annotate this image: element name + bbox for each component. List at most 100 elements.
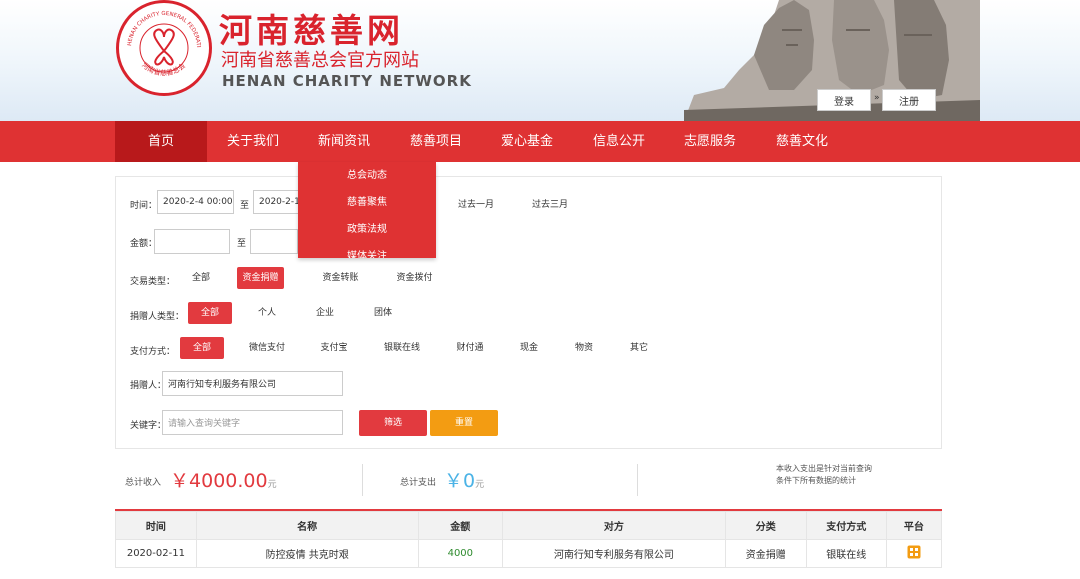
time-to-input[interactable]: 2020-2-11 — [253, 190, 299, 214]
amount-min-input[interactable] — [154, 229, 230, 254]
payment-goods[interactable]: 物资 — [569, 337, 599, 359]
col-counterparty: 对方 — [502, 511, 726, 540]
income-symbol: ￥ — [170, 470, 190, 492]
summary-bar: 总计收入 ￥4000.00元 总计支出 ￥0元 本收入支出是针对当前查询 条件下… — [115, 462, 942, 496]
expense-symbol: ￥ — [444, 470, 464, 492]
quick-past-three-months[interactable]: 过去三月 — [532, 197, 568, 210]
dropdown-item-policy[interactable]: 政策法规 — [298, 216, 436, 243]
summary-note-line1: 本收入支出是针对当前查询 — [776, 464, 872, 473]
auth-separator: » — [874, 93, 880, 103]
keyword-label: 关键字： — [130, 421, 167, 431]
payment-alipay[interactable]: 支付宝 — [316, 337, 352, 359]
col-amount: 金额 — [417, 511, 504, 540]
dropdown-item-focus[interactable]: 慈善聚焦 — [298, 189, 436, 216]
income-amount: ￥4000.00元 — [170, 466, 277, 493]
payment-all[interactable]: 全部 — [180, 337, 224, 359]
amount-to-label: 至 — [237, 239, 247, 249]
dropdown-item-federation-news[interactable]: 总会动态 — [298, 162, 436, 189]
site-title: 河南慈善网 — [219, 11, 404, 50]
col-name: 名称 — [195, 511, 419, 540]
filter-button[interactable]: 筛选 — [359, 410, 427, 436]
col-platform: 平台 — [885, 511, 943, 540]
nav-culture[interactable]: 慈善文化 — [756, 121, 848, 162]
income-unit: 元 — [267, 480, 277, 490]
amount-label: 金额： — [130, 239, 158, 249]
nav-fund[interactable]: 爱心基金 — [481, 121, 573, 162]
quick-past-month[interactable]: 过去一月 — [458, 197, 494, 210]
payment-label: 支付方式： — [130, 347, 176, 357]
site-header: HENAN CHARITY GENERAL FEDERATION 河南省慈善总会… — [0, 0, 1080, 121]
col-category: 分类 — [724, 511, 807, 540]
payment-wechat[interactable]: 微信支付 — [244, 337, 290, 359]
login-button[interactable]: 登录 — [817, 89, 871, 111]
site-english-name: HENAN CHARITY NETWORK — [222, 72, 472, 90]
col-payment: 支付方式 — [805, 511, 887, 540]
expense-value: 0 — [463, 470, 476, 492]
seal-top-text: HENAN CHARITY GENERAL FEDERATION — [119, 3, 201, 48]
amount-max-input[interactable] — [250, 229, 298, 254]
trade-type-label: 交易类型： — [130, 277, 176, 287]
donor-input-value: 河南行知专利服务有限公司 — [168, 380, 277, 390]
time-to-label: 至 — [240, 201, 250, 211]
payment-other[interactable]: 其它 — [624, 337, 654, 359]
register-button[interactable]: 注册 — [882, 89, 936, 111]
cell-amount: 4000 — [417, 539, 504, 568]
keyword-input[interactable]: 请输入查询关键字 — [162, 410, 343, 435]
donor-type-individual[interactable]: 个人 — [252, 302, 282, 324]
expense-label: 总计支出 — [400, 478, 437, 488]
table-header-row: 时间 名称 金额 对方 分类 支付方式 平台 — [115, 511, 943, 540]
summary-note: 本收入支出是针对当前查询 条件下所有数据的统计 — [776, 463, 872, 487]
platform-icon[interactable] — [907, 545, 921, 559]
time-label: 时间： — [130, 201, 158, 211]
seal-bottom-text: 河南省慈善总会 — [140, 61, 187, 77]
nav-projects[interactable]: 慈善项目 — [390, 121, 482, 162]
svg-text:河南省慈善总会: 河南省慈善总会 — [140, 61, 187, 77]
income-label: 总计收入 — [125, 478, 162, 488]
table-row[interactable]: 2020-02-11 防控疫情 共克时艰 4000 河南行知专利服务有限公司 资… — [115, 539, 943, 568]
expense-unit: 元 — [475, 480, 485, 490]
donor-type-enterprise[interactable]: 企业 — [310, 302, 340, 324]
nav-about[interactable]: 关于我们 — [207, 121, 299, 162]
time-from-value: 2020-2-4 00:00:0 — [163, 197, 234, 207]
svg-text:HENAN CHARITY GENERAL FEDERATI: HENAN CHARITY GENERAL FEDERATION — [119, 3, 201, 48]
summary-divider — [362, 464, 363, 496]
summary-divider-2 — [637, 464, 638, 496]
expense-amount: ￥0元 — [444, 466, 484, 493]
payment-tenpay[interactable]: 财付通 — [452, 337, 488, 359]
nav-disclosure[interactable]: 信息公开 — [573, 121, 665, 162]
cell-payment: 银联在线 — [805, 539, 887, 568]
nav-home[interactable]: 首页 — [115, 121, 207, 162]
income-value: 4000.00 — [189, 470, 268, 492]
donor-input[interactable]: 河南行知专利服务有限公司 — [162, 371, 343, 396]
reset-button[interactable]: 重置 — [430, 410, 498, 436]
donor-label: 捐赠人： — [130, 381, 167, 391]
time-to-value: 2020-2-11 — [259, 197, 298, 207]
cell-time: 2020-02-11 — [115, 539, 197, 568]
time-from-input[interactable]: 2020-2-4 00:00:0 — [157, 190, 234, 214]
nav-news[interactable]: 新闻资讯 — [298, 121, 390, 162]
trade-option-transfer[interactable]: 资金转账 — [317, 267, 364, 289]
trade-option-all[interactable]: 全部 — [186, 267, 216, 289]
trade-option-allocation[interactable]: 资金拨付 — [391, 267, 438, 289]
main-nav: 首页 关于我们 新闻资讯 慈善项目 爱心基金 信息公开 志愿服务 慈善文化 — [0, 121, 1080, 162]
payment-unionpay[interactable]: 银联在线 — [379, 337, 425, 359]
donor-type-all[interactable]: 全部 — [188, 302, 232, 324]
keyword-placeholder: 请输入查询关键字 — [168, 419, 241, 429]
seal-emblem: HENAN CHARITY GENERAL FEDERATION 河南省慈善总会 — [119, 3, 201, 77]
cell-platform — [885, 539, 943, 568]
col-time: 时间 — [115, 511, 197, 540]
filter-panel: 时间： 2020-2-4 00:00:0 至 2020-2-11 过去一月 过去… — [115, 176, 942, 449]
cell-category: 资金捐赠 — [724, 539, 807, 568]
dropdown-item-media[interactable]: 媒体关注 — [298, 243, 436, 258]
trade-option-donation[interactable]: 资金捐赠 — [237, 267, 284, 289]
donation-table: 时间 名称 金额 对方 分类 支付方式 平台 2020-02-11 防控疫情 共… — [115, 509, 943, 568]
donor-type-group[interactable]: 团体 — [368, 302, 398, 324]
cell-name: 防控疫情 共克时艰 — [195, 539, 419, 568]
payment-cash[interactable]: 现金 — [514, 337, 544, 359]
charity-seal-logo[interactable]: HENAN CHARITY GENERAL FEDERATION 河南省慈善总会 — [116, 0, 212, 96]
donor-type-label: 捐赠人类型： — [130, 312, 185, 322]
site-subtitle: 河南省慈善总会官方网站 — [221, 50, 419, 71]
nav-volunteer[interactable]: 志愿服务 — [664, 121, 756, 162]
cell-counterparty: 河南行知专利服务有限公司 — [502, 539, 726, 568]
news-dropdown-menu: 总会动态 慈善聚焦 政策法规 媒体关注 — [298, 162, 436, 258]
